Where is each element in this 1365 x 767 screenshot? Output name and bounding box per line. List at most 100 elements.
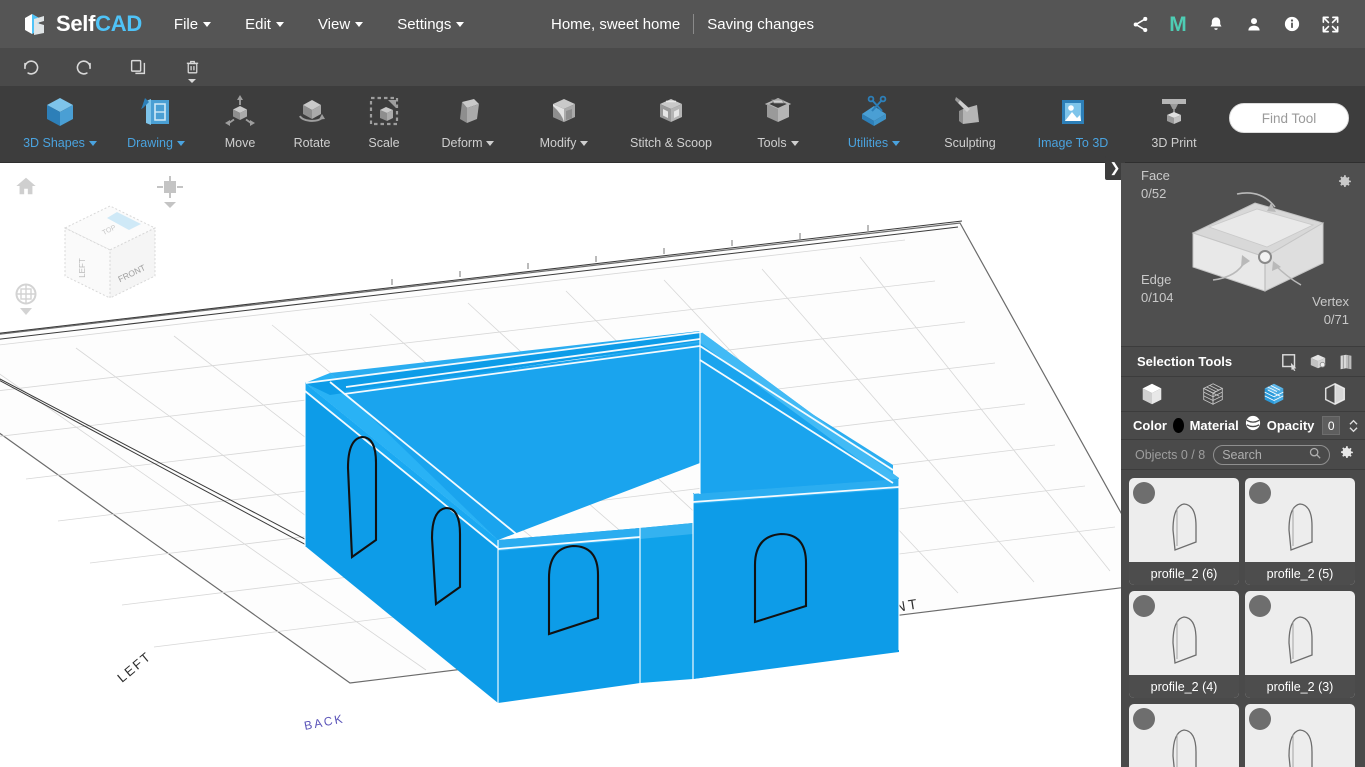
box-select-icon[interactable] — [1309, 353, 1327, 371]
menu-edit[interactable]: Edit — [243, 12, 286, 37]
info-icon[interactable] — [1273, 0, 1311, 48]
chevron-down-icon — [580, 140, 589, 146]
selection-tools-row: Selection Tools — [1121, 346, 1365, 376]
edge-label: Edge — [1141, 272, 1172, 287]
edge-count-info: Edge 0/104 — [1141, 271, 1174, 307]
chevron-down-icon — [176, 140, 185, 146]
top-right-icons: M — [1121, 0, 1349, 48]
color-swatch[interactable] — [1172, 418, 1184, 433]
tool-label-text: Image To 3D — [1037, 136, 1109, 150]
redo-button[interactable] — [68, 52, 100, 82]
tool-tools-label: Tools — [757, 136, 799, 150]
object-card[interactable]: profile_2 (6) — [1129, 478, 1239, 585]
deform-icon — [448, 92, 488, 132]
tool-3d-print[interactable]: 3D Print — [1128, 86, 1220, 163]
chevron-down-icon — [892, 140, 901, 146]
share-icon[interactable] — [1121, 0, 1159, 48]
tool-label-text: Deform — [441, 136, 483, 150]
opacity-input[interactable]: 0 — [1322, 416, 1340, 435]
scene-render: LEFT BACK FRONT — [0, 220, 1121, 733]
tool-utilities[interactable]: Utilities — [826, 86, 922, 163]
save-status: Saving changes — [707, 15, 814, 33]
tool-label-text: 3D Shapes — [23, 136, 85, 150]
tool-3d-print-label: 3D Print — [1151, 136, 1196, 150]
chevron-down-icon — [203, 21, 212, 27]
menu-file[interactable]: File — [172, 12, 213, 37]
tool-image-to-3d[interactable]: Image To 3D — [1018, 86, 1128, 163]
edge-count: 0/104 — [1141, 290, 1174, 305]
object-thumbnail — [1172, 616, 1197, 664]
edit-actions-row — [0, 48, 1365, 86]
face-count: 0/52 — [1141, 186, 1167, 201]
selection-diagram-box — [1191, 192, 1325, 292]
tool-tools[interactable]: Tools — [730, 86, 826, 163]
home-view-icon[interactable] — [14, 175, 38, 202]
viewport-3d[interactable]: LEFT BACK FRONT — [0, 163, 1121, 767]
axis-view-toggle-icon[interactable] — [13, 283, 41, 322]
rectangle-select-icon[interactable] — [1281, 353, 1299, 371]
material-sphere-icon[interactable] — [1245, 415, 1261, 436]
tool-label-text: 3D Print — [1151, 136, 1197, 150]
tool-utilities-label: Utilities — [848, 136, 901, 150]
object-card[interactable]: profile_2 (1) — [1245, 704, 1355, 767]
page-title[interactable]: Home, sweet home — [551, 16, 680, 33]
tool-scale-label: Scale — [368, 136, 399, 150]
mode-wireframe-icon[interactable] — [1185, 381, 1241, 407]
app-logo[interactable]: SelfCAD — [22, 11, 142, 38]
find-tool-input[interactable]: Find Tool — [1229, 103, 1349, 133]
utilities-scissors-icon — [854, 92, 894, 132]
object-card[interactable]: profile_2 (2) — [1129, 704, 1239, 767]
tool-modify-label: Modify — [540, 136, 589, 150]
tool-label-text: Move — [224, 136, 256, 150]
navigation-cube[interactable]: TOP LEFT FRONT — [55, 198, 165, 308]
menu-view-label: View — [317, 15, 351, 33]
logo-self: Self — [56, 11, 96, 36]
tool-modify[interactable]: Modify — [516, 86, 612, 163]
objects-grid: profile_2 (6) profile_2 (5) profile_2 (4… — [1121, 470, 1365, 767]
face-label: Face — [1141, 168, 1170, 183]
delete-button[interactable] — [176, 52, 208, 83]
chevron-down-icon — [456, 21, 465, 27]
tool-drawing[interactable]: Drawing — [108, 86, 204, 163]
object-card[interactable]: profile_2 (4) — [1129, 591, 1239, 698]
notifications-bell-icon[interactable] — [1197, 0, 1235, 48]
selection-tools-title: Selection Tools — [1137, 354, 1233, 369]
objects-settings-gear-icon[interactable] — [1338, 444, 1355, 466]
objects-search-input[interactable]: Search — [1213, 444, 1330, 465]
mode-face-icon[interactable] — [1246, 381, 1302, 407]
tool-deform[interactable]: Deform — [420, 86, 516, 163]
fullscreen-icon[interactable] — [1311, 0, 1349, 48]
tool-stitch-scoop[interactable]: Stitch & Scoop — [612, 86, 730, 163]
opacity-stepper[interactable] — [1348, 418, 1359, 434]
chevron-down-icon — [88, 140, 97, 146]
mode-object-icon[interactable] — [1124, 381, 1180, 407]
membership-m-icon[interactable]: M — [1159, 0, 1197, 48]
grid-label-back: BACK — [303, 711, 346, 733]
menu-view[interactable]: View — [316, 12, 365, 37]
undo-button[interactable] — [14, 52, 46, 82]
object-thumbnail — [1288, 616, 1313, 664]
tool-label-text: Rotate — [293, 136, 331, 150]
tool-scale[interactable]: Scale — [348, 86, 420, 163]
membership-m-label: M — [1169, 12, 1187, 36]
selection-mode-bar — [1121, 376, 1365, 412]
material-label: Material — [1189, 418, 1239, 433]
tool-label-text: Modify — [539, 136, 577, 150]
selection-info-panel: Face 0/52 Edge 0/104 Vertex 0/71 — [1121, 163, 1365, 346]
user-account-icon[interactable] — [1235, 0, 1273, 48]
mode-transparent-icon[interactable] — [1307, 381, 1363, 407]
menu-settings[interactable]: Settings — [395, 12, 466, 37]
object-card[interactable]: profile_2 (5) — [1245, 478, 1355, 585]
object-card[interactable]: profile_2 (3) — [1245, 591, 1355, 698]
chevron-down-icon — [275, 21, 284, 27]
tool-move-label: Move — [225, 136, 256, 150]
title-divider — [693, 14, 695, 34]
copy-button[interactable] — [122, 52, 154, 82]
tool-sculpting-label: Sculpting — [944, 136, 995, 150]
tool-sculpting[interactable]: Sculpting — [922, 86, 1018, 163]
tool-3d-shapes[interactable]: 3D Shapes — [12, 86, 108, 163]
loop-select-icon[interactable] — [1337, 353, 1355, 371]
tool-move[interactable]: Move — [204, 86, 276, 163]
menu-file-label: File — [173, 15, 199, 33]
tool-rotate[interactable]: Rotate — [276, 86, 348, 163]
